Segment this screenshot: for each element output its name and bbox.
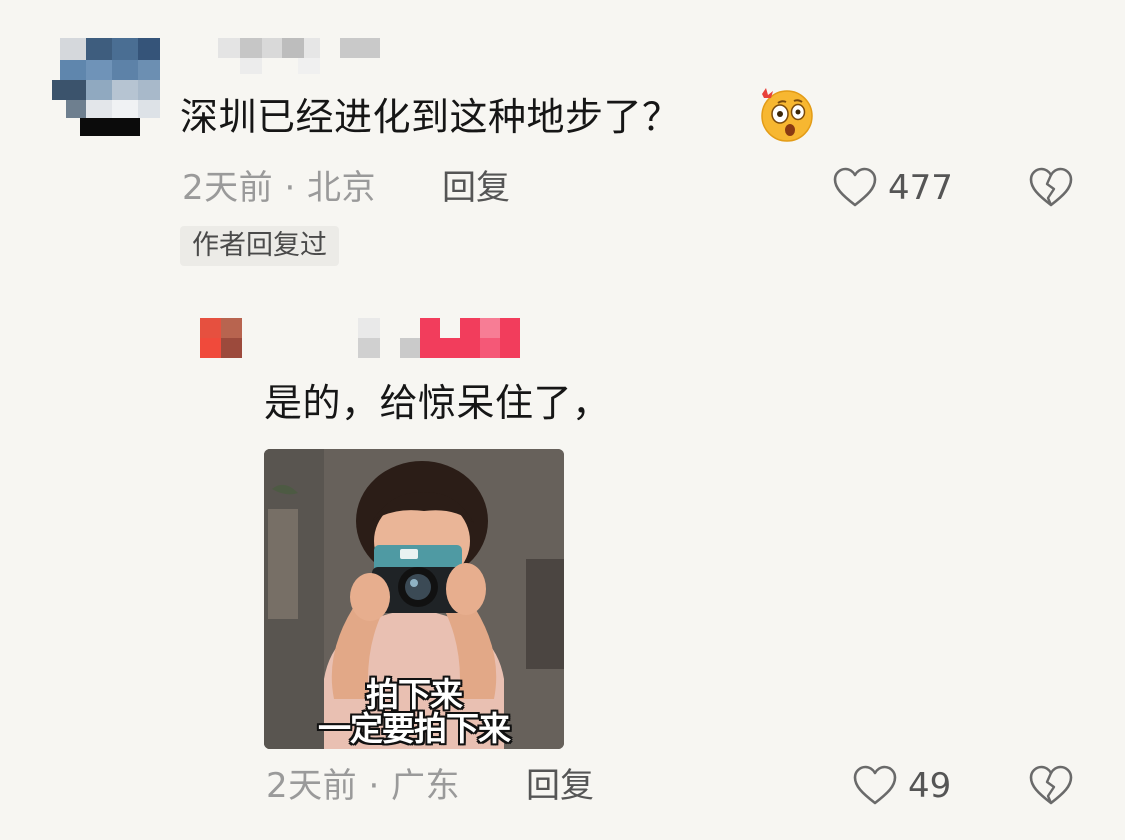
like-count: 49: [908, 766, 952, 806]
meme-sticker[interactable]: 拍下来 一定要拍下来: [264, 449, 564, 749]
heart-outline-icon[interactable]: [852, 764, 898, 808]
comment-meta: 2天前 · 北京: [182, 168, 377, 208]
broken-heart-icon[interactable]: [1028, 764, 1074, 808]
comment-meta: 2天前 · 广东: [266, 766, 461, 806]
author-replied-badge: 作者回复过: [180, 226, 339, 266]
comment-text: 是的，给惊呆住了，: [264, 381, 611, 425]
surprised-face-emoji: [761, 88, 813, 142]
reply-button[interactable]: 回复: [442, 168, 510, 208]
sticker-caption-line1: 拍下来: [366, 675, 463, 714]
reply-button[interactable]: 回复: [526, 766, 594, 806]
username[interactable]: [358, 318, 522, 358]
username[interactable]: [218, 38, 388, 74]
comment-text: 深圳已经进化到这种地步了？: [180, 95, 681, 139]
broken-heart-icon[interactable]: [1028, 166, 1074, 210]
avatar[interactable]: [200, 318, 242, 358]
avatar[interactable]: [52, 38, 162, 138]
like-count: 477: [888, 168, 953, 208]
heart-outline-icon[interactable]: [832, 166, 878, 210]
sticker-caption-line2: 一定要拍下来: [318, 709, 511, 748]
